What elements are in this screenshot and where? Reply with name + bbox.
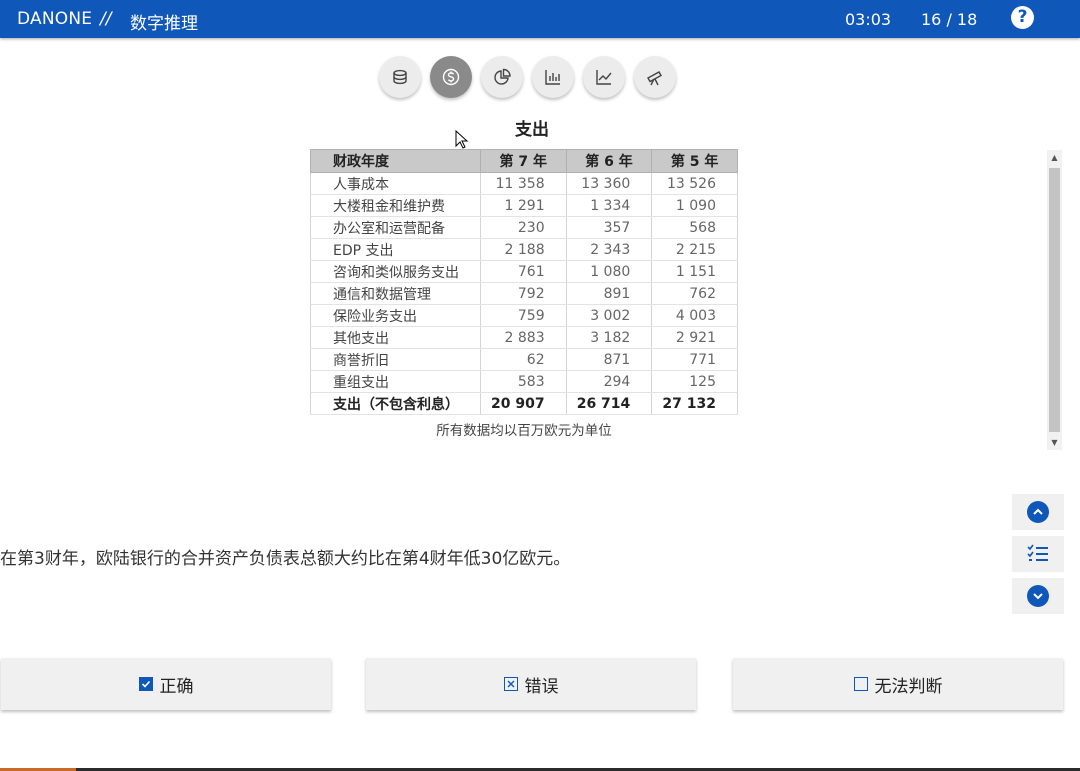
table-cell: 1 080 bbox=[565, 260, 653, 283]
answer-wrong-button[interactable]: 错误 bbox=[366, 658, 696, 710]
answer-label: 错误 bbox=[524, 676, 559, 697]
table-row: 重组支出 583 294 125 bbox=[310, 370, 738, 393]
scroll-up-arrow-icon[interactable]: ▲ bbox=[1047, 150, 1062, 165]
breadcrumb-separator: // bbox=[100, 9, 112, 29]
table-cell: 62 bbox=[479, 348, 567, 371]
table-cell: 27 132 bbox=[651, 392, 738, 415]
row-label: 办公室和运营配备 bbox=[310, 216, 481, 239]
table-row: 商誉折旧 62 871 771 bbox=[310, 348, 738, 371]
table-header-row: 财政年度 第 7 年 第 6 年 第 5 年 bbox=[310, 149, 738, 173]
question-statement: 在第3财年，欧陆银行的合并资产负债表总额大约比在第4财年低30亿欧元。 bbox=[0, 549, 571, 569]
table-row: 保险业务支出 759 3 002 4 003 bbox=[310, 304, 738, 327]
top-bar: DANONE // 数字推理 03:03 16 / 18 ? bbox=[0, 0, 1080, 38]
table-cell: 583 bbox=[479, 370, 567, 393]
table-cell: 759 bbox=[479, 304, 567, 327]
row-label: 人事成本 bbox=[310, 172, 481, 195]
table-row: 大楼租金和维护费 1 291 1 334 1 090 bbox=[310, 194, 738, 217]
table-row: 其他支出 2 883 3 182 2 921 bbox=[310, 326, 738, 349]
answer-label: 正确 bbox=[159, 676, 194, 697]
table-cell: 2 215 bbox=[651, 238, 738, 261]
column-header: 第 7 年 bbox=[479, 149, 567, 173]
checkbox-empty-icon bbox=[853, 677, 868, 691]
table-cell: 2 343 bbox=[565, 238, 653, 261]
table-title: 支出 bbox=[515, 120, 549, 140]
mouse-cursor-icon bbox=[455, 130, 469, 149]
telescope-icon[interactable] bbox=[634, 56, 676, 98]
row-label: 大楼租金和维护费 bbox=[310, 194, 481, 217]
table-cell: 1 090 bbox=[651, 194, 738, 217]
table-cell: 357 bbox=[565, 216, 653, 239]
checklist-icon bbox=[1027, 544, 1048, 561]
table-cell: 125 bbox=[651, 370, 738, 393]
table-cell: 13 360 bbox=[565, 172, 653, 195]
row-label: 通信和数据管理 bbox=[310, 282, 481, 305]
row-label: 商誉折旧 bbox=[310, 348, 481, 371]
question-progress: 16 / 18 bbox=[921, 10, 978, 29]
row-label: 重组支出 bbox=[310, 370, 481, 393]
bar-chart-icon[interactable] bbox=[532, 56, 574, 98]
table-total-row: 支出（不包含利息） 20 907 26 714 27 132 bbox=[310, 392, 738, 415]
help-icon[interactable]: ? bbox=[1011, 6, 1034, 29]
table-cell: 11 358 bbox=[479, 172, 567, 195]
answer-correct-button[interactable]: 正确 bbox=[1, 658, 331, 710]
table-cell: 761 bbox=[479, 260, 567, 283]
column-header: 财政年度 bbox=[310, 149, 481, 173]
row-label: EDP 支出 bbox=[310, 238, 481, 261]
table-row: 办公室和运营配备 230 357 568 bbox=[310, 216, 738, 239]
answer-label: 无法判断 bbox=[874, 676, 943, 697]
chevron-up-icon bbox=[1027, 501, 1049, 523]
scroll-down-arrow-icon[interactable]: ▼ bbox=[1047, 435, 1062, 450]
table-row: 咨询和类似服务支出 761 1 080 1 151 bbox=[310, 260, 738, 283]
table-cell: 771 bbox=[651, 348, 738, 371]
next-question-button[interactable] bbox=[1012, 578, 1064, 614]
section-title: 数字推理 bbox=[130, 14, 198, 34]
vertical-scrollbar[interactable]: ▲ ▼ bbox=[1047, 150, 1062, 450]
expenses-table: 财政年度 第 7 年 第 6 年 第 5 年 人事成本 11 358 13 36… bbox=[310, 149, 738, 415]
row-label: 咨询和类似服务支出 bbox=[310, 260, 481, 283]
table-cell: 1 334 bbox=[565, 194, 653, 217]
table-cell: 26 714 bbox=[565, 392, 653, 415]
checkbox-x-icon bbox=[503, 677, 518, 691]
table-cell: 2 921 bbox=[651, 326, 738, 349]
row-label: 保险业务支出 bbox=[310, 304, 481, 327]
column-header: 第 6 年 bbox=[565, 149, 653, 173]
line-chart-icon[interactable] bbox=[583, 56, 625, 98]
table-row: EDP 支出 2 188 2 343 2 215 bbox=[310, 238, 738, 261]
table-row: 人事成本 11 358 13 360 13 526 bbox=[310, 172, 738, 195]
table-cell: 3 002 bbox=[565, 304, 653, 327]
table-cell: 4 003 bbox=[651, 304, 738, 327]
brand-name: DANONE bbox=[17, 9, 93, 29]
column-header: 第 5 年 bbox=[651, 149, 738, 173]
scroll-thumb[interactable] bbox=[1049, 168, 1060, 432]
chevron-down-icon bbox=[1027, 585, 1049, 607]
table-cell: 2 188 bbox=[479, 238, 567, 261]
table-cell: 871 bbox=[565, 348, 653, 371]
table-footnote: 所有数据均以百万欧元为单位 bbox=[436, 423, 612, 439]
pie-chart-icon[interactable] bbox=[481, 56, 523, 98]
table-cell: 1 151 bbox=[651, 260, 738, 283]
row-label: 支出（不包含利息） bbox=[310, 392, 481, 415]
previous-question-button[interactable] bbox=[1012, 494, 1064, 530]
table-cell: 2 883 bbox=[479, 326, 567, 349]
table-cell: 1 291 bbox=[479, 194, 567, 217]
table-cell: 762 bbox=[651, 282, 738, 305]
timer: 03:03 bbox=[845, 10, 892, 29]
table-cell: 13 526 bbox=[651, 172, 738, 195]
table-row: 通信和数据管理 792 891 762 bbox=[310, 282, 738, 305]
row-label: 其他支出 bbox=[310, 326, 481, 349]
dollar-icon[interactable] bbox=[430, 56, 472, 98]
table-cell: 20 907 bbox=[479, 392, 567, 415]
table-cell: 3 182 bbox=[565, 326, 653, 349]
checkbox-checked-icon bbox=[138, 677, 153, 691]
table-cell: 891 bbox=[565, 282, 653, 305]
answer-cannot-say-button[interactable]: 无法判断 bbox=[733, 658, 1063, 710]
table-cell: 568 bbox=[651, 216, 738, 239]
question-list-button[interactable] bbox=[1012, 536, 1064, 572]
table-cell: 294 bbox=[565, 370, 653, 393]
coins-icon[interactable] bbox=[379, 56, 421, 98]
table-cell: 792 bbox=[479, 282, 567, 305]
table-cell: 230 bbox=[479, 216, 567, 239]
